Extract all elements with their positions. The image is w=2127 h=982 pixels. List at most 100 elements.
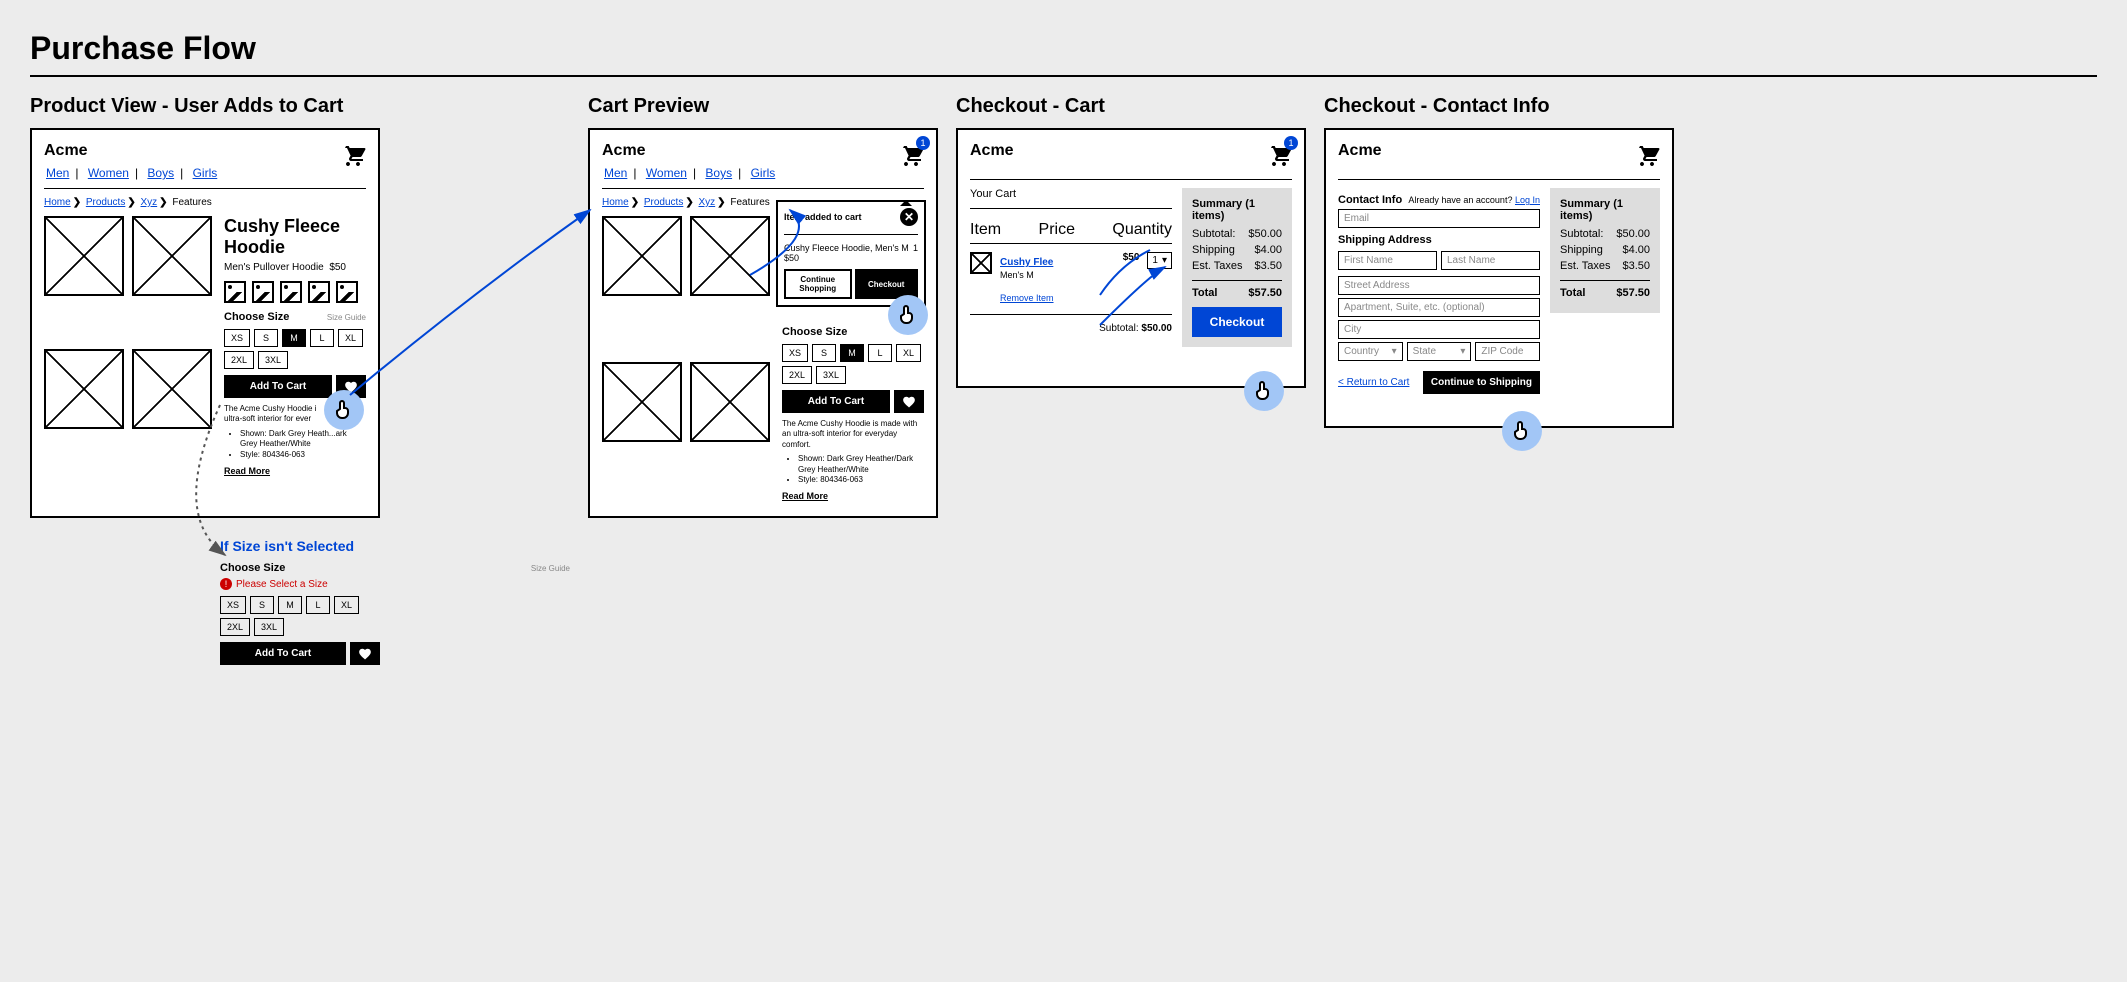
nav-women[interactable]: Women [88, 166, 129, 180]
size-m[interactable]: M [840, 344, 864, 362]
panel3-title: Checkout - Cart [956, 95, 1306, 118]
size-xs[interactable]: XS [782, 344, 808, 362]
return-to-cart-link[interactable]: < Return to Cart [1338, 377, 1409, 388]
nav-girls[interactable]: Girls [193, 166, 218, 180]
product-image[interactable] [132, 216, 212, 296]
size-3xl[interactable]: 3XL [254, 618, 284, 636]
size-2xl[interactable]: 2XL [224, 351, 254, 369]
size-m[interactable]: M [278, 596, 302, 614]
chevron-down-icon: ▾ [1460, 346, 1465, 357]
product-image[interactable] [690, 216, 770, 296]
read-more-link[interactable]: Read More [224, 466, 366, 476]
login-link[interactable]: Log In [1515, 195, 1540, 205]
add-to-cart-button[interactable]: Add To Cart [224, 375, 332, 398]
street-field[interactable]: Street Address [1338, 276, 1540, 295]
panel-cart-preview: Acme Men| Women| Boys| Girls 1 Home❯ Pro… [588, 128, 938, 518]
panel2-title: Cart Preview [588, 95, 938, 118]
size-s[interactable]: S [812, 344, 836, 362]
size-xl[interactable]: XL [338, 329, 363, 347]
favorite-button[interactable] [350, 642, 380, 665]
size-xs[interactable]: XS [220, 596, 246, 614]
cart-icon[interactable] [340, 142, 366, 171]
thumbnails [44, 216, 214, 476]
logo: Acme [1338, 142, 1382, 160]
city-field[interactable]: City [1338, 320, 1540, 339]
gallery-icon[interactable] [336, 281, 358, 303]
gallery-icon[interactable] [224, 281, 246, 303]
crumb-home[interactable]: Home [602, 197, 629, 208]
logo: Acme [44, 142, 219, 160]
email-field[interactable]: Email [1338, 209, 1540, 228]
divider [30, 75, 2097, 77]
cart-icon[interactable]: 1 [898, 142, 924, 171]
crumb-home[interactable]: Home [44, 197, 71, 208]
crumb-xyz[interactable]: Xyz [141, 197, 158, 208]
product-image[interactable] [602, 216, 682, 296]
close-icon[interactable]: ✕ [900, 208, 918, 226]
gallery-icon[interactable] [280, 281, 302, 303]
size-l[interactable]: L [310, 329, 334, 347]
nav-links: Men| Women| Boys| Girls [44, 166, 219, 180]
first-name-field[interactable]: First Name [1338, 251, 1437, 270]
zip-field[interactable]: ZIP Code [1475, 342, 1540, 361]
nav-men[interactable]: Men [604, 166, 627, 180]
nav-men[interactable]: Men [46, 166, 69, 180]
product-image[interactable] [44, 349, 124, 429]
product-image[interactable] [690, 362, 770, 442]
checkout-button[interactable]: Checkout [1192, 307, 1282, 337]
add-to-cart-button[interactable]: Add To Cart [782, 390, 890, 413]
cart-icon[interactable] [1634, 142, 1660, 171]
size-m[interactable]: M [282, 329, 306, 347]
cursor-indicator-icon [888, 295, 928, 335]
crumb-products[interactable]: Products [644, 197, 683, 208]
order-summary: Summary (1 items) Subtotal:$50.00 Shippi… [1550, 188, 1660, 313]
size-guide-link[interactable]: Size Guide [327, 313, 366, 322]
read-more-link[interactable]: Read More [782, 491, 924, 501]
gallery-icon[interactable] [252, 281, 274, 303]
product-image[interactable] [602, 362, 682, 442]
size-xl[interactable]: XL [896, 344, 921, 362]
nav-girls[interactable]: Girls [751, 166, 776, 180]
favorite-button[interactable] [894, 390, 924, 413]
size-xl[interactable]: XL [334, 596, 359, 614]
size-l[interactable]: L [868, 344, 892, 362]
size-2xl[interactable]: 2XL [220, 618, 250, 636]
size-s[interactable]: S [254, 329, 278, 347]
panel-product-view: Acme Men| Women| Boys| Girls Home❯ Produ… [30, 128, 380, 518]
apt-field[interactable]: Apartment, Suite, etc. (optional) [1338, 298, 1540, 317]
add-to-cart-button[interactable]: Add To Cart [220, 642, 346, 665]
product-name: Cushy Fleece Hoodie [224, 216, 366, 258]
continue-shopping-button[interactable]: Continue Shopping [784, 269, 852, 299]
error-title: If Size isn't Selected [220, 538, 570, 554]
breadcrumb: Home❯ Products❯ Xyz❯ Features [44, 197, 366, 208]
nav-boys[interactable]: Boys [705, 166, 732, 180]
cart-item-link[interactable]: Cushy Flee [1000, 257, 1053, 268]
size-3xl[interactable]: 3XL [816, 366, 846, 384]
gallery-icon[interactable] [308, 281, 330, 303]
nav-women[interactable]: Women [646, 166, 687, 180]
crumb-products[interactable]: Products [86, 197, 125, 208]
quantity-stepper[interactable]: 1▾ [1147, 252, 1172, 269]
size-l[interactable]: L [306, 596, 330, 614]
size-xs[interactable]: XS [224, 329, 250, 347]
cursor-indicator-icon [1502, 411, 1542, 451]
continue-to-shipping-button[interactable]: Continue to Shipping [1423, 371, 1540, 394]
country-select[interactable]: Country▾ [1338, 342, 1403, 361]
remove-item-link[interactable]: Remove Item [1000, 293, 1054, 303]
alert-icon: ! [220, 578, 232, 590]
crumb-xyz[interactable]: Xyz [699, 197, 716, 208]
panel1-title: Product View - User Adds to Cart [30, 95, 570, 118]
last-name-field[interactable]: Last Name [1441, 251, 1540, 270]
nav-boys[interactable]: Boys [147, 166, 174, 180]
size-3xl[interactable]: 3XL [258, 351, 288, 369]
cart-icon[interactable]: 1 [1266, 142, 1292, 171]
logo: Acme [970, 142, 1014, 160]
state-select[interactable]: State▾ [1407, 342, 1472, 361]
order-summary: Summary (1 items) Subtotal:$50.00 Shippi… [1182, 188, 1292, 347]
size-s[interactable]: S [250, 596, 274, 614]
product-image[interactable] [132, 349, 212, 429]
size-2xl[interactable]: 2XL [782, 366, 812, 384]
product-image[interactable] [44, 216, 124, 296]
chevron-down-icon: ▾ [1162, 255, 1167, 266]
logo: Acme [602, 142, 777, 160]
